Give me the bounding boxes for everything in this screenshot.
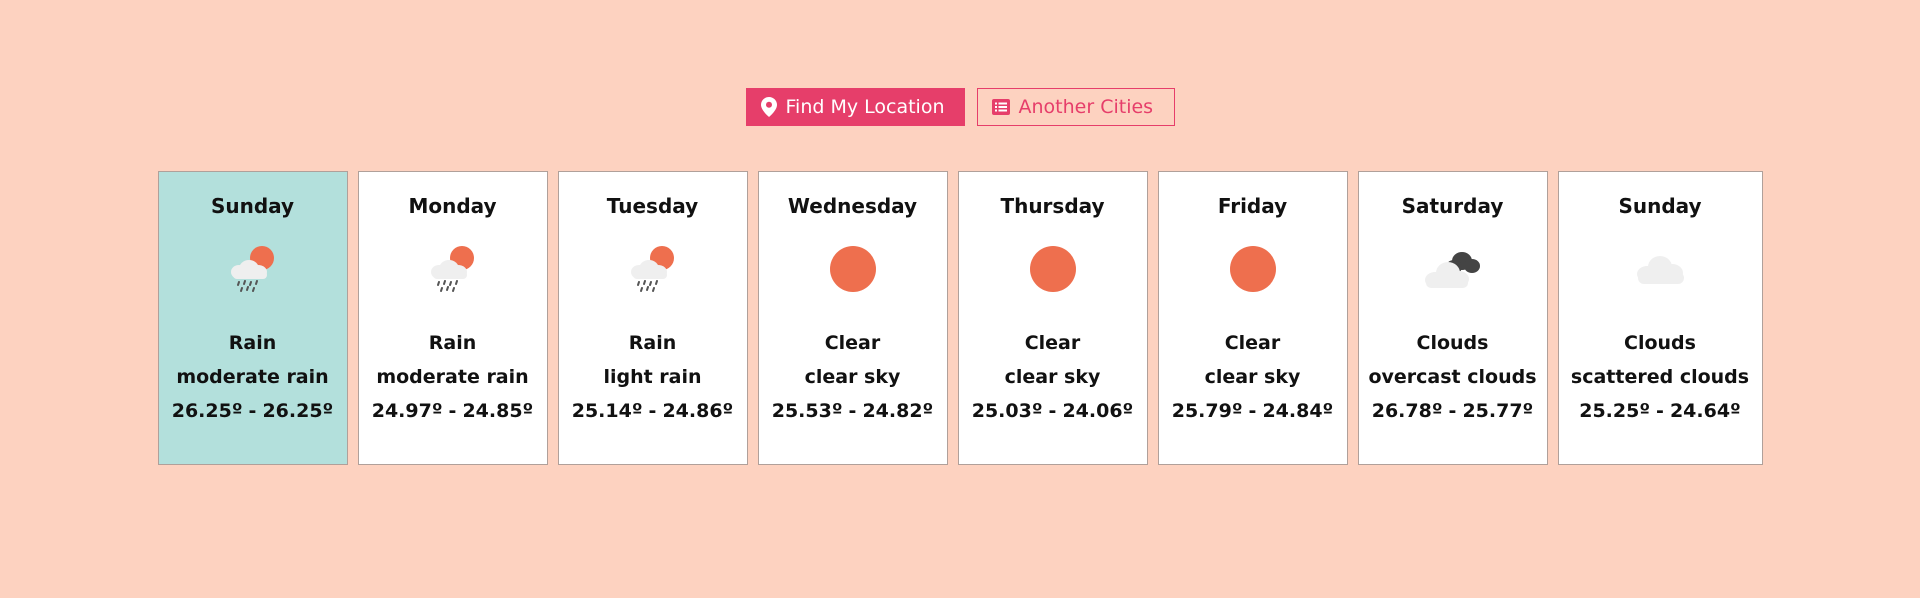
weather-description: clear sky <box>1004 366 1101 388</box>
sun-icon <box>818 234 888 304</box>
sun-icon <box>1018 234 1088 304</box>
day-name: Sunday <box>210 194 295 218</box>
temp-separator: - <box>1048 400 1057 422</box>
temp-max: 26.25º <box>171 400 243 422</box>
forecast-card[interactable]: Sunday Rain moderate rain 26.25º - 26.25… <box>157 171 348 465</box>
temp-max: 25.25º <box>1579 400 1651 422</box>
find-my-location-button[interactable]: Find My Location <box>745 88 965 126</box>
temperature-range: 24.97º - 24.85º <box>372 400 534 422</box>
rain-sun-icon <box>418 234 488 304</box>
weather-main: Clear <box>1224 332 1281 354</box>
cloud-icon <box>1625 234 1695 304</box>
day-name: Thursday <box>1000 194 1105 218</box>
day-name: Tuesday <box>606 194 699 218</box>
temperature-range: 25.03º - 24.06º <box>972 400 1134 422</box>
temperature-range: 25.53º - 24.82º <box>772 400 934 422</box>
temperature-range: 26.78º - 25.77º <box>1372 400 1534 422</box>
temp-separator: - <box>1448 400 1457 422</box>
weather-description: moderate rain <box>376 366 529 388</box>
weather-description: clear sky <box>804 366 901 388</box>
weather-main: Clear <box>1024 332 1081 354</box>
another-cities-label: Another Cities <box>1018 96 1154 118</box>
rain-sun-icon <box>618 234 688 304</box>
temp-max: 25.14º <box>571 400 643 422</box>
temp-min: 25.77º <box>1462 400 1534 422</box>
forecast-cards: Sunday Rain moderate rain 26.25º - 26.25… <box>0 171 1920 465</box>
sun-icon <box>1218 234 1288 304</box>
forecast-card[interactable]: Thursday Clear clear sky 25.03º - 24.06º <box>957 171 1148 465</box>
temp-max: 25.53º <box>771 400 843 422</box>
temp-min: 24.86º <box>662 400 734 422</box>
forecast-card[interactable]: Wednesday Clear clear sky 25.53º - 24.82… <box>757 171 948 465</box>
weather-main: Clouds <box>1416 332 1489 354</box>
day-name: Sunday <box>1618 194 1702 218</box>
temp-min: 24.82º <box>862 400 934 422</box>
day-name: Wednesday <box>787 194 918 218</box>
weather-description: light rain <box>603 366 702 388</box>
weather-description: scattered clouds <box>1570 366 1750 388</box>
forecast-card[interactable]: Saturday Clouds overcast clouds 26.78º -… <box>1357 171 1548 465</box>
temp-min: 24.85º <box>462 400 534 422</box>
list-icon <box>991 99 1010 115</box>
rain-sun-icon <box>218 234 288 304</box>
weather-main: Clear <box>824 332 881 354</box>
forecast-card[interactable]: Friday Clear clear sky 25.79º - 24.84º <box>1157 171 1348 465</box>
weather-main: Rain <box>228 332 277 354</box>
overcast-clouds-icon <box>1418 234 1488 304</box>
temp-separator: - <box>1248 400 1257 422</box>
temperature-range: 25.79º - 24.84º <box>1172 400 1334 422</box>
weather-main: Rain <box>428 332 477 354</box>
temp-separator: - <box>448 400 457 422</box>
another-cities-button[interactable]: Another Cities <box>976 88 1175 126</box>
temp-separator: - <box>648 400 657 422</box>
weather-main: Clouds <box>1624 332 1696 354</box>
weather-description: clear sky <box>1204 366 1301 388</box>
weather-description: overcast clouds <box>1368 366 1537 388</box>
temp-separator: - <box>1656 400 1664 422</box>
temperature-range: 25.14º - 24.86º <box>572 400 734 422</box>
temp-max: 25.03º <box>971 400 1043 422</box>
temperature-range: 25.25º - 24.64º <box>1579 400 1741 422</box>
location-button-row: Find My Location Another Cities <box>0 88 1920 126</box>
temp-min: 24.64º <box>1669 400 1741 422</box>
map-pin-icon <box>760 97 777 117</box>
forecast-card[interactable]: Tuesday Rain light rain 25.14º - 24.86º <box>557 171 748 465</box>
temp-min: 26.25º <box>262 400 334 422</box>
temp-min: 24.06º <box>1062 400 1134 422</box>
temperature-range: 26.25º - 26.25º <box>172 400 334 422</box>
day-name: Monday <box>408 194 497 218</box>
day-name: Friday <box>1217 194 1288 218</box>
forecast-card[interactable]: Sunday Clouds scattered clouds 25.25º - … <box>1557 171 1763 465</box>
day-name: Saturday <box>1401 194 1504 218</box>
temp-max: 25.79º <box>1171 400 1243 422</box>
temp-min: 24.84º <box>1262 400 1334 422</box>
temp-max: 24.97º <box>371 400 443 422</box>
temp-separator: - <box>848 400 857 422</box>
find-my-location-label: Find My Location <box>785 96 945 118</box>
weather-description: moderate rain <box>176 366 329 388</box>
temp-separator: - <box>248 400 257 422</box>
forecast-card[interactable]: Monday Rain moderate rain 24.97º - 24.85… <box>357 171 548 465</box>
temp-max: 26.78º <box>1371 400 1443 422</box>
weather-main: Rain <box>628 332 677 354</box>
